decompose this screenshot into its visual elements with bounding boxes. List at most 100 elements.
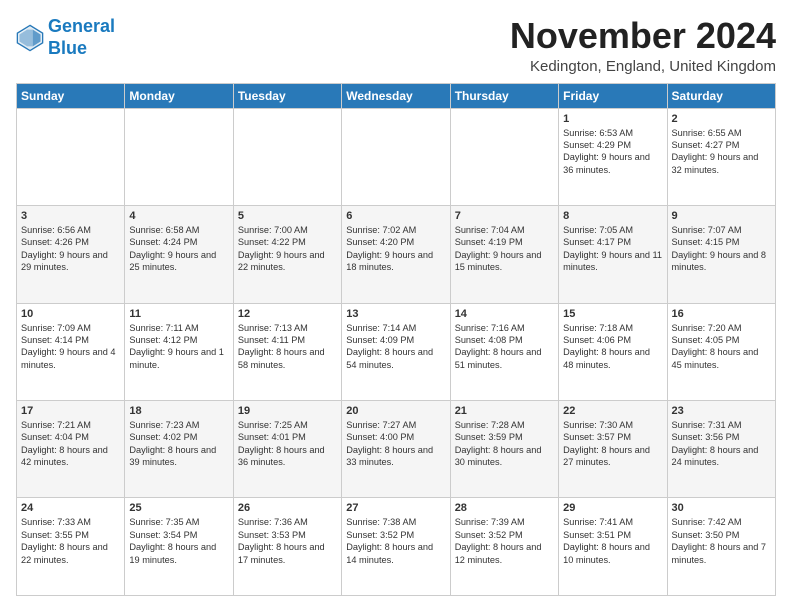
calendar-cell: 27 Sunrise: 7:38 AM Sunset: 3:52 PM Dayli… <box>342 498 450 596</box>
day-number: 22 <box>563 405 662 417</box>
calendar-cell: 26 Sunrise: 7:36 AM Sunset: 3:53 PM Dayli… <box>233 498 341 596</box>
day-number: 14 <box>455 308 554 320</box>
day-number: 10 <box>21 308 120 320</box>
day-info: Sunrise: 7:39 AM Sunset: 3:52 PM Dayligh… <box>455 516 554 566</box>
day-info: Sunrise: 7:36 AM Sunset: 3:53 PM Dayligh… <box>238 516 337 566</box>
calendar-cell: 6Sunrise: 7:02 AM Sunset: 4:20 PM Daylig… <box>342 206 450 303</box>
calendar-cell: 25 Sunrise: 7:35 AM Sunset: 3:54 PM Dayli… <box>125 498 233 596</box>
calendar-cell: 28 Sunrise: 7:39 AM Sunset: 3:52 PM Dayli… <box>450 498 558 596</box>
calendar-cell <box>125 108 233 205</box>
calendar-table: SundayMondayTuesdayWednesdayThursdayFrid… <box>16 83 776 596</box>
day-info: Sunrise: 7:27 AM Sunset: 4:00 PM Dayligh… <box>346 419 445 469</box>
calendar-cell: 23 Sunrise: 7:31 AM Sunset: 3:56 PM Dayli… <box>667 401 775 498</box>
day-number: 19 <box>238 405 337 417</box>
day-number: 26 <box>238 502 337 514</box>
weekday-header-thursday: Thursday <box>450 83 558 108</box>
calendar-cell: 21Sunrise: 7:28 AM Sunset: 3:59 PM Dayli… <box>450 401 558 498</box>
day-info: Sunrise: 7:00 AM Sunset: 4:22 PM Dayligh… <box>238 224 337 274</box>
day-number: 1 <box>563 113 662 125</box>
calendar-cell: 20 Sunrise: 7:27 AM Sunset: 4:00 PM Dayli… <box>342 401 450 498</box>
day-number: 15 <box>563 308 662 320</box>
day-number: 18 <box>129 405 228 417</box>
calendar-cell <box>17 108 125 205</box>
logo-text: General Blue <box>48 16 115 59</box>
weekday-header-saturday: Saturday <box>667 83 775 108</box>
calendar-cell: 15 Sunrise: 7:18 AM Sunset: 4:06 PM Dayli… <box>559 303 667 400</box>
logo: General Blue <box>16 16 115 59</box>
day-info: Sunrise: 6:53 AM Sunset: 4:29 PM Dayligh… <box>563 127 662 177</box>
calendar-cell: 7 Sunrise: 7:04 AM Sunset: 4:19 PM Daylig… <box>450 206 558 303</box>
title-block: November 2024 Kedington, England, United… <box>510 16 776 75</box>
calendar-cell: 22 Sunrise: 7:30 AM Sunset: 3:57 PM Dayli… <box>559 401 667 498</box>
day-info: Sunrise: 7:31 AM Sunset: 3:56 PM Dayligh… <box>672 419 771 469</box>
calendar-cell: 8Sunrise: 7:05 AM Sunset: 4:17 PM Daylig… <box>559 206 667 303</box>
calendar-cell: 19Sunrise: 7:25 AM Sunset: 4:01 PM Dayli… <box>233 401 341 498</box>
calendar-cell: 18 Sunrise: 7:23 AM Sunset: 4:02 PM Dayli… <box>125 401 233 498</box>
logo-icon <box>16 24 44 52</box>
day-info: Sunrise: 7:33 AM Sunset: 3:55 PM Dayligh… <box>21 516 120 566</box>
weekday-header-wednesday: Wednesday <box>342 83 450 108</box>
day-info: Sunrise: 7:30 AM Sunset: 3:57 PM Dayligh… <box>563 419 662 469</box>
weekday-header-monday: Monday <box>125 83 233 108</box>
day-info: Sunrise: 6:56 AM Sunset: 4:26 PM Dayligh… <box>21 224 120 274</box>
day-number: 27 <box>346 502 445 514</box>
calendar-week-3: 10Sunrise: 7:09 AM Sunset: 4:14 PM Dayli… <box>17 303 776 400</box>
page: General Blue November 2024 Kedington, En… <box>0 0 792 612</box>
day-info: Sunrise: 7:05 AM Sunset: 4:17 PM Dayligh… <box>563 224 662 274</box>
day-number: 25 <box>129 502 228 514</box>
day-info: Sunrise: 7:20 AM Sunset: 4:05 PM Dayligh… <box>672 322 771 372</box>
calendar-week-1: 1 Sunrise: 6:53 AM Sunset: 4:29 PM Daylig… <box>17 108 776 205</box>
day-info: Sunrise: 7:41 AM Sunset: 3:51 PM Dayligh… <box>563 516 662 566</box>
day-info: Sunrise: 7:23 AM Sunset: 4:02 PM Dayligh… <box>129 419 228 469</box>
calendar-header-row: SundayMondayTuesdayWednesdayThursdayFrid… <box>17 83 776 108</box>
calendar-week-2: 3 Sunrise: 6:56 AM Sunset: 4:26 PM Daylig… <box>17 206 776 303</box>
calendar-cell: 9 Sunrise: 7:07 AM Sunset: 4:15 PM Daylig… <box>667 206 775 303</box>
weekday-header-tuesday: Tuesday <box>233 83 341 108</box>
day-number: 5 <box>238 210 337 222</box>
day-number: 30 <box>672 502 771 514</box>
day-number: 29 <box>563 502 662 514</box>
day-info: Sunrise: 7:18 AM Sunset: 4:06 PM Dayligh… <box>563 322 662 372</box>
header: General Blue November 2024 Kedington, En… <box>16 16 776 75</box>
calendar-cell: 16Sunrise: 7:20 AM Sunset: 4:05 PM Dayli… <box>667 303 775 400</box>
day-number: 4 <box>129 210 228 222</box>
day-info: Sunrise: 7:04 AM Sunset: 4:19 PM Dayligh… <box>455 224 554 274</box>
calendar-cell: 11 Sunrise: 7:11 AM Sunset: 4:12 PM Dayli… <box>125 303 233 400</box>
day-number: 21 <box>455 405 554 417</box>
calendar-cell: 24 Sunrise: 7:33 AM Sunset: 3:55 PM Dayli… <box>17 498 125 596</box>
day-info: Sunrise: 6:55 AM Sunset: 4:27 PM Dayligh… <box>672 127 771 177</box>
calendar-cell: 14 Sunrise: 7:16 AM Sunset: 4:08 PM Dayli… <box>450 303 558 400</box>
day-info: Sunrise: 7:35 AM Sunset: 3:54 PM Dayligh… <box>129 516 228 566</box>
day-number: 13 <box>346 308 445 320</box>
day-number: 20 <box>346 405 445 417</box>
day-number: 6 <box>346 210 445 222</box>
calendar-week-4: 17Sunrise: 7:21 AM Sunset: 4:04 PM Dayli… <box>17 401 776 498</box>
weekday-header-sunday: Sunday <box>17 83 125 108</box>
day-number: 7 <box>455 210 554 222</box>
calendar-cell: 30 Sunrise: 7:42 AM Sunset: 3:50 PM Dayli… <box>667 498 775 596</box>
day-number: 3 <box>21 210 120 222</box>
calendar-cell <box>342 108 450 205</box>
day-info: Sunrise: 7:11 AM Sunset: 4:12 PM Dayligh… <box>129 322 228 372</box>
calendar-cell: 13Sunrise: 7:14 AM Sunset: 4:09 PM Dayli… <box>342 303 450 400</box>
day-info: Sunrise: 7:07 AM Sunset: 4:15 PM Dayligh… <box>672 224 771 274</box>
calendar-cell: 2 Sunrise: 6:55 AM Sunset: 4:27 PM Daylig… <box>667 108 775 205</box>
month-title: November 2024 <box>510 16 776 56</box>
day-info: Sunrise: 7:38 AM Sunset: 3:52 PM Dayligh… <box>346 516 445 566</box>
day-number: 11 <box>129 308 228 320</box>
day-number: 12 <box>238 308 337 320</box>
calendar-week-5: 24 Sunrise: 7:33 AM Sunset: 3:55 PM Dayli… <box>17 498 776 596</box>
location: Kedington, England, United Kingdom <box>510 58 776 75</box>
day-info: Sunrise: 7:16 AM Sunset: 4:08 PM Dayligh… <box>455 322 554 372</box>
day-number: 28 <box>455 502 554 514</box>
calendar-cell: 1 Sunrise: 6:53 AM Sunset: 4:29 PM Daylig… <box>559 108 667 205</box>
day-info: Sunrise: 7:42 AM Sunset: 3:50 PM Dayligh… <box>672 516 771 566</box>
day-number: 24 <box>21 502 120 514</box>
day-number: 9 <box>672 210 771 222</box>
calendar-cell: 4Sunrise: 6:58 AM Sunset: 4:24 PM Daylig… <box>125 206 233 303</box>
day-number: 23 <box>672 405 771 417</box>
day-info: Sunrise: 7:13 AM Sunset: 4:11 PM Dayligh… <box>238 322 337 372</box>
day-number: 2 <box>672 113 771 125</box>
calendar-cell: 17Sunrise: 7:21 AM Sunset: 4:04 PM Dayli… <box>17 401 125 498</box>
calendar-cell <box>233 108 341 205</box>
